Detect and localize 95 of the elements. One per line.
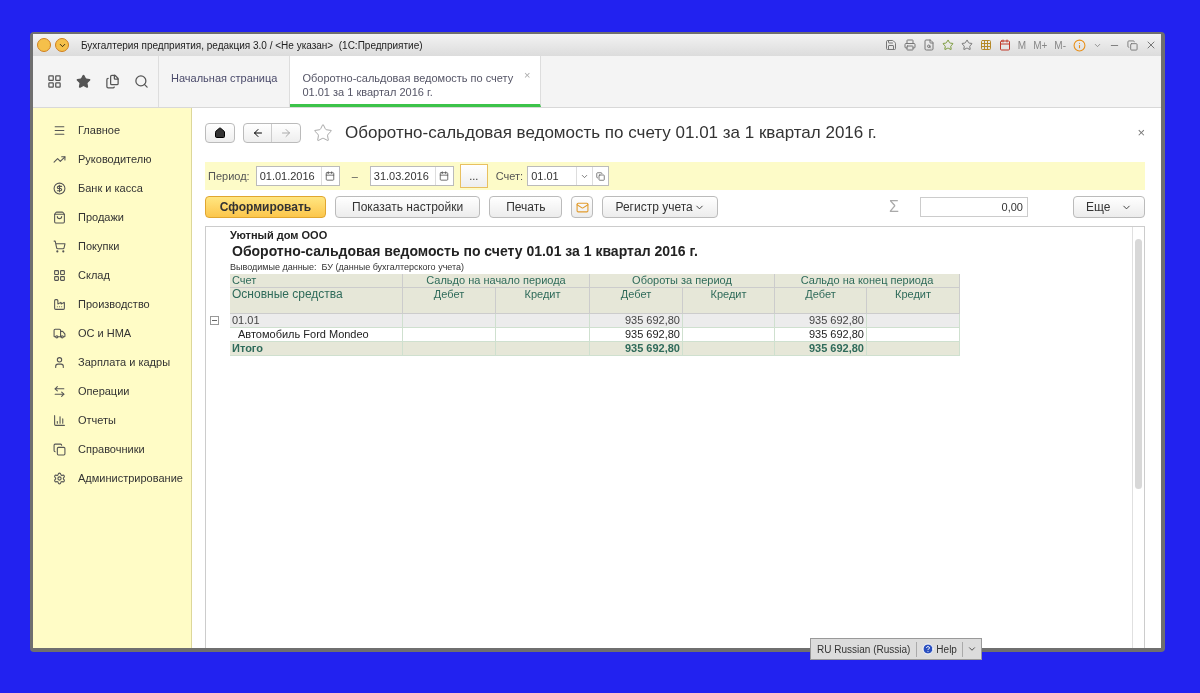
factory-icon	[53, 298, 66, 311]
language-indicator[interactable]: RU Russian (Russia)	[811, 641, 918, 657]
cart-icon	[53, 240, 66, 253]
header-cell: Обороты за период	[590, 274, 775, 288]
documents-icon	[53, 443, 66, 456]
print-icon[interactable]	[903, 39, 916, 51]
help-icon	[922, 643, 935, 655]
sidebar-item[interactable]: Администрирование	[33, 464, 191, 493]
favorite-icon[interactable]	[941, 39, 954, 51]
table-cell: 935 692,80	[590, 328, 683, 342]
header-cell: Счет	[230, 274, 403, 288]
home-icon	[214, 127, 226, 139]
sum-sign: Σ	[889, 197, 899, 217]
header-cell: Дебет	[403, 288, 496, 314]
sidebar-item[interactable]: Операции	[33, 377, 191, 406]
table-cell: Итого	[230, 342, 403, 356]
toolbar-button[interactable]: Показать настройки	[335, 196, 481, 218]
sidebar-item[interactable]: Производство	[33, 290, 191, 319]
report-title: Оборотно-сальдовая ведомость по счету 01.01 за 1 квартал 2016 г.	[231, 242, 698, 260]
scrollbar-thumb[interactable]	[1135, 239, 1142, 489]
sidebar-item[interactable]: Продажи	[33, 203, 191, 232]
coin-icon	[53, 182, 66, 195]
person-icon	[53, 356, 66, 369]
sidebar-item[interactable]: Склад	[33, 261, 191, 290]
header-cell: Дебет	[590, 288, 683, 314]
account-field[interactable]: 01.01	[527, 166, 610, 186]
sidebar-item[interactable]: Справочники	[33, 435, 191, 464]
sidebar-item[interactable]: Главное	[33, 116, 191, 145]
options-icon[interactable]	[966, 644, 977, 654]
menu-icon	[53, 124, 66, 137]
bar-chart-icon	[53, 414, 66, 427]
calendar-icon[interactable]	[998, 39, 1011, 51]
truck-icon	[53, 327, 66, 340]
sum-field: 0,00	[920, 197, 1028, 217]
sidebar-item[interactable]: Отчеты	[33, 406, 191, 435]
table-cell: 935 692,80	[590, 342, 683, 356]
table-cell: 935 692,80	[775, 314, 867, 328]
app-logo-icon	[37, 38, 51, 52]
grid-icon	[53, 269, 66, 282]
settings-icon	[53, 472, 66, 485]
sidebar-item[interactable]: ОС и НМА	[33, 319, 191, 348]
header-cell: Сальдо на конец периода	[775, 274, 960, 288]
envelope-icon	[575, 200, 589, 214]
save-icon[interactable]	[884, 39, 897, 51]
star-icon[interactable]	[76, 74, 91, 89]
home-button[interactable]	[205, 123, 235, 143]
header-cell: Основные средства	[230, 288, 403, 314]
period-label: Период:	[208, 168, 250, 184]
period-select-button[interactable]: ...	[459, 164, 488, 188]
header-cell: Сальдо на начало периода	[403, 274, 590, 288]
header-cell: Дебет	[775, 288, 867, 314]
account-label: Счет:	[495, 168, 524, 184]
output-note: Выводимые данные: БУ (данные бухгалтерского учета)	[230, 261, 466, 274]
chart-line-icon	[53, 153, 66, 166]
calendar-icon[interactable]	[439, 171, 450, 181]
sidebar-item[interactable]: Покупки	[33, 232, 191, 261]
sidebar-item[interactable]: Руководителю	[33, 145, 191, 174]
table-cell: Автомобиль Ford Mondeo	[230, 328, 403, 342]
tab[interactable]: Оборотно-сальдовая ведомость по счету 01.01 за 1 квартал 2016 г. ×	[290, 56, 542, 107]
apps-icon[interactable]	[47, 74, 62, 89]
table-cell: 935 692,80	[775, 328, 867, 342]
arrows-icon	[53, 385, 66, 398]
window-title: Бухгалтерия предприятия, редакция 3.0 / <Не указан> (1С:Предприятие)	[81, 38, 423, 53]
sidebar-item[interactable]: Банк и касса	[33, 174, 191, 203]
header-cell: Кредит	[867, 288, 960, 314]
close-icon[interactable]	[1145, 39, 1157, 51]
preview-icon[interactable]	[922, 39, 935, 51]
restore-icon[interactable]	[1127, 39, 1138, 51]
toolbar-button[interactable]: Печать	[489, 196, 563, 218]
search-icon[interactable]	[134, 74, 149, 89]
bag-icon	[53, 211, 66, 224]
bookmark-icon[interactable]	[960, 39, 973, 51]
form-close[interactable]: ×	[1137, 123, 1145, 143]
header-cell: Кредит	[496, 288, 590, 314]
table-cell: 935 692,80	[775, 342, 867, 356]
sidebar-item[interactable]: Зарплата и кадры	[33, 348, 191, 377]
collapse-toggle[interactable]	[210, 316, 219, 325]
more-button[interactable]: Еще	[1073, 196, 1145, 218]
form-title: Оборотно-сальдовая ведомость по счету 01.01 за 1 квартал 2016 г.	[345, 122, 877, 145]
favorite-star-icon[interactable]	[313, 123, 333, 143]
help-button[interactable]: Help	[917, 641, 963, 657]
table-cell: 01.01	[230, 314, 403, 328]
organization-name: Уютный дом ООО	[230, 228, 329, 242]
info-icon[interactable]	[1073, 38, 1086, 52]
forward-arrow-icon	[280, 127, 292, 139]
dash: –	[351, 168, 358, 184]
register-dropdown[interactable]: Регистр учета	[602, 196, 719, 218]
table-cell: 935 692,80	[590, 314, 683, 328]
calendar-icon[interactable]	[325, 171, 336, 181]
mail-button[interactable]	[571, 196, 594, 218]
back-arrow-icon	[251, 127, 264, 139]
header-cell: Кредит	[683, 288, 775, 314]
date-from-field[interactable]: 01.01.2016	[255, 166, 340, 186]
date-to-field[interactable]: 31.03.2016	[369, 166, 454, 186]
generate-button[interactable]: Сформировать	[205, 196, 326, 218]
